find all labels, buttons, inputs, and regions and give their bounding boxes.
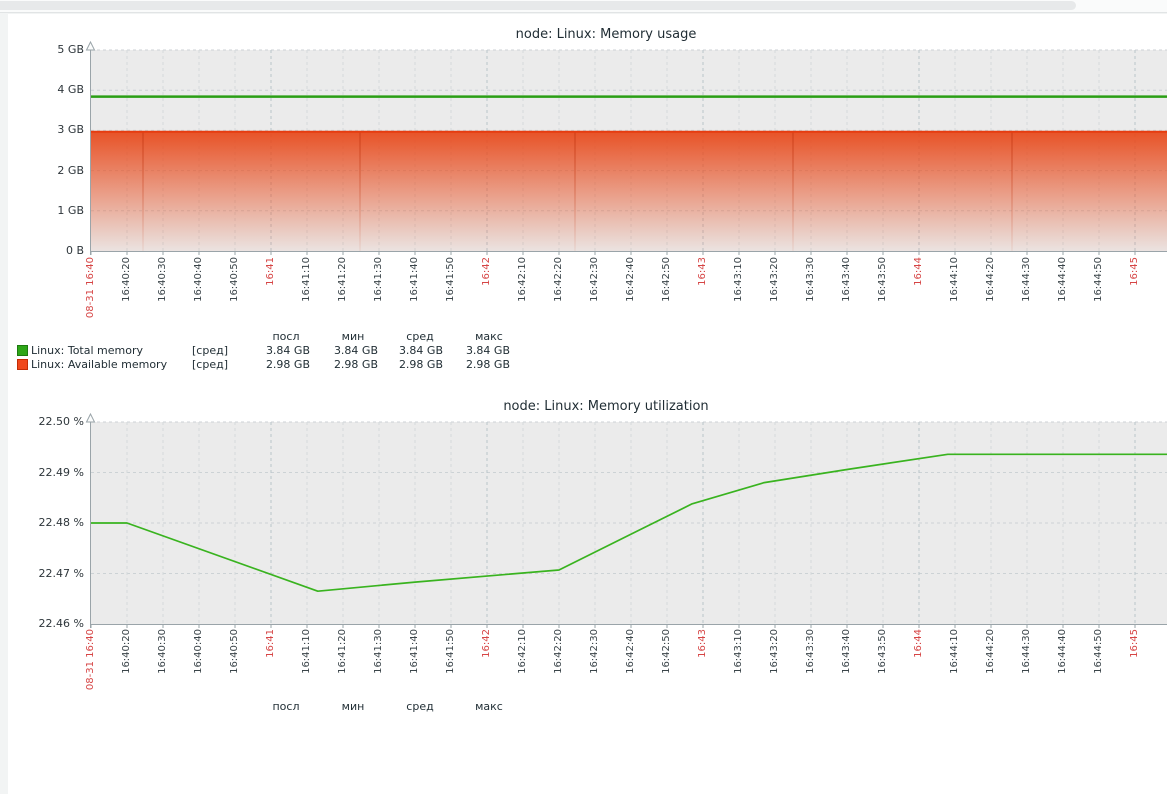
chart-title-memory-usage: node: Linux: Memory usage — [0, 27, 1167, 42]
x-axis-label: 16:45 — [1129, 257, 1140, 286]
x-axis-label: 16:42:20 — [553, 629, 564, 674]
x-axis-label: 08-31 16:40 — [85, 629, 96, 690]
x-axis-label: 16:43:40 — [841, 257, 852, 302]
legend-stat-value: 2.98 GB — [420, 358, 510, 371]
x-axis-label: 16:44:20 — [985, 257, 996, 302]
x-axis-label: 16:44:10 — [949, 257, 960, 302]
x-axis-label: 16:41:20 — [337, 257, 348, 302]
y-axis-label: 2 GB — [20, 164, 84, 178]
x-axis-label: 16:41:10 — [301, 257, 312, 302]
x-axis-label: 16:44:30 — [1021, 257, 1032, 302]
x-axis-label: 16:43:50 — [877, 629, 888, 674]
x-axis-label: 16:44:50 — [1093, 257, 1104, 302]
x-axis-label: 16:44:30 — [1021, 629, 1032, 674]
x-axis-label: 16:42:30 — [589, 257, 600, 302]
y-axis-label: 22.49 % — [20, 466, 84, 480]
x-axis-label: 08-31 16:40 — [85, 257, 96, 318]
x-axis-label: 16:40:30 — [157, 629, 168, 674]
x-axis-label: 16:40:20 — [121, 257, 132, 302]
x-axis-label: 16:41:30 — [373, 629, 384, 674]
y-axis-label: 4 GB — [20, 83, 84, 97]
x-axis-label: 16:41:50 — [445, 257, 456, 302]
x-axis-label: 16:43:50 — [877, 257, 888, 302]
scrollbar-thumb[interactable] — [0, 1, 1076, 10]
y-axis-label: 5 GB — [20, 43, 84, 57]
x-axis-label: 16:42:40 — [625, 629, 636, 674]
x-axis-label: 16:41:10 — [301, 629, 312, 674]
x-axis-label: 16:40:40 — [193, 629, 204, 674]
y-axis-label: 0 B — [20, 244, 84, 258]
x-axis-label: 16:40:20 — [121, 629, 132, 674]
x-axis-label: 16:42:40 — [625, 257, 636, 302]
x-axis-label: 16:40:30 — [157, 257, 168, 302]
y-axis-label: 22.46 % — [20, 617, 84, 631]
x-axis-label: 16:45 — [1129, 629, 1140, 658]
y-axis-label: 22.48 % — [20, 516, 84, 530]
x-axis-label: 16:43:40 — [841, 629, 852, 674]
legend-header: сред — [380, 700, 460, 713]
legend-swatch-available-memory — [17, 359, 28, 370]
x-axis-label: 16:41:40 — [409, 629, 420, 674]
y-axis-label: 3 GB — [20, 123, 84, 137]
x-axis-label: 16:43 — [697, 257, 708, 286]
x-axis-label: 16:44 — [913, 629, 924, 658]
x-axis-label: 16:41 — [265, 257, 276, 286]
legend-series-label: Linux: Total memory — [31, 344, 143, 357]
x-axis-label: 16:44:40 — [1057, 257, 1068, 302]
y-axis-label: 22.50 % — [20, 415, 84, 429]
x-axis-label: 16:43:30 — [805, 629, 816, 674]
x-axis-label: 16:43:10 — [733, 257, 744, 302]
legend-header: макс — [449, 330, 529, 343]
x-axis-label: 16:43:20 — [769, 257, 780, 302]
x-axis-label: 16:44:10 — [949, 629, 960, 674]
legend-swatch-total-memory — [17, 345, 28, 356]
x-axis-label: 16:41 — [265, 629, 276, 658]
legend-header: сред — [380, 330, 460, 343]
legend-series-label: Linux: Available memory — [31, 358, 167, 371]
x-axis-label: 16:42:30 — [589, 629, 600, 674]
y-axis-label: 22.47 % — [20, 567, 84, 581]
x-axis-label: 16:43:10 — [733, 629, 744, 674]
x-axis-label: 16:42:50 — [661, 257, 672, 302]
x-axis-label: 16:40:50 — [229, 257, 240, 302]
x-axis-label: 16:42:50 — [661, 629, 672, 674]
x-axis-label: 16:42:20 — [553, 257, 564, 302]
x-axis-label: 16:43:30 — [805, 257, 816, 302]
x-axis-label: 16:42:10 — [517, 257, 528, 302]
legend-header: макс — [449, 700, 529, 713]
chart-labels-layer: node: Linux: Memory usage node: Linux: M… — [0, 0, 1167, 711]
x-axis-label: 16:42 — [481, 257, 492, 286]
x-axis-label: 16:44:40 — [1057, 629, 1068, 674]
x-axis-label: 16:44 — [913, 257, 924, 286]
x-axis-label: 16:43:20 — [769, 629, 780, 674]
x-axis-label: 16:41:40 — [409, 257, 420, 302]
legend-stat-value: 3.84 GB — [420, 344, 510, 357]
x-axis-label: 16:42:10 — [517, 629, 528, 674]
x-axis-label: 16:44:50 — [1093, 629, 1104, 674]
x-axis-label: 16:43 — [697, 629, 708, 658]
horizontal-scrollbar — [0, 0, 1167, 13]
x-axis-label: 16:41:50 — [445, 629, 456, 674]
y-axis-label: 1 GB — [20, 204, 84, 218]
x-axis-label: 16:40:40 — [193, 257, 204, 302]
x-axis-label: 16:41:30 — [373, 257, 384, 302]
chart-title-memory-utilization: node: Linux: Memory utilization — [0, 399, 1167, 414]
x-axis-label: 16:42 — [481, 629, 492, 658]
x-axis-label: 16:40:50 — [229, 629, 240, 674]
x-axis-label: 16:44:20 — [985, 629, 996, 674]
x-axis-label: 16:41:20 — [337, 629, 348, 674]
